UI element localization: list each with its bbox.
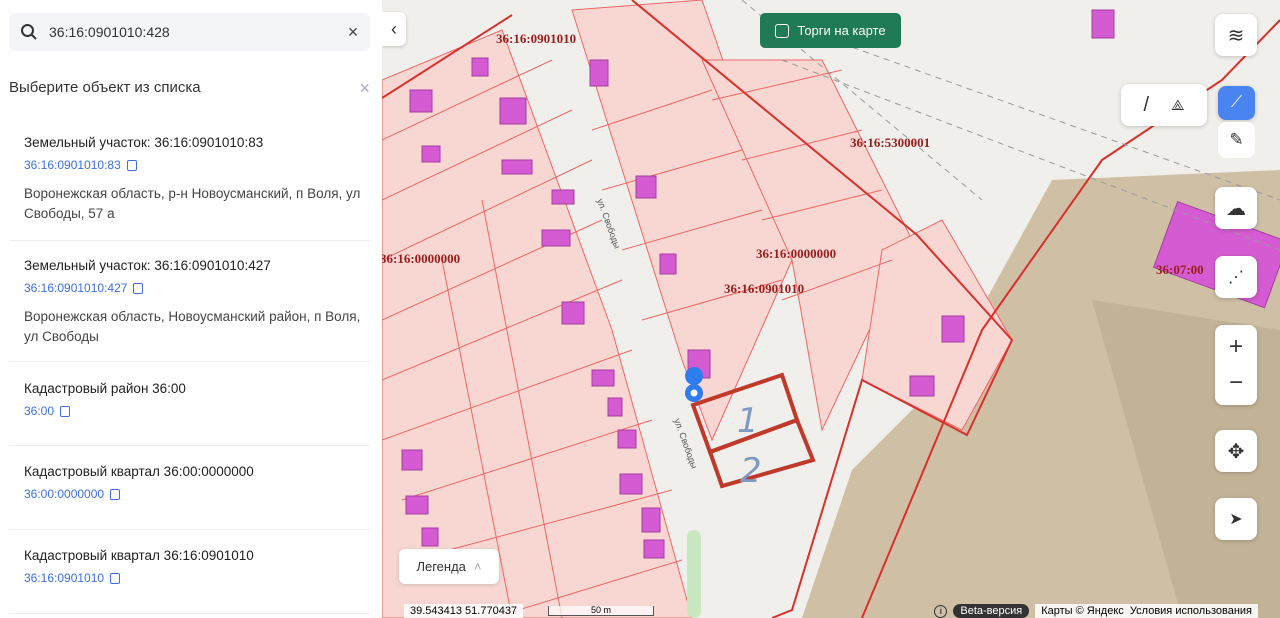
result-title: Земельный участок: 36:16:0901010:83 [24,135,264,150]
result-item[interactable]: Кадастровый квартал 36:16:0901010 36:16:… [9,548,370,614]
street-label: ул. Свободы [672,417,699,470]
copy-icon[interactable] [110,488,121,500]
auctions-toggle-button[interactable]: Торги на карте [760,13,901,48]
result-code-link[interactable]: 36:16:0901010:427 [24,281,127,295]
map-attribution: i Beta-версия Карты © Яндекс Условия исп… [934,604,1258,618]
zoom-controls: + − [1215,325,1257,405]
pan-button[interactable]: ✥ [1215,430,1257,472]
layers-button[interactable]: ≋ [1215,14,1257,56]
zoom-in-button[interactable]: + [1229,329,1243,365]
result-title: Кадастровый квартал 36:00:0000000 [24,464,254,479]
search-icon [9,23,49,41]
edit-button[interactable]: ✎ [1218,122,1255,158]
result-address: Воронежская область, Новоусманский район… [24,309,361,344]
copy-icon[interactable] [110,572,121,584]
close-results-icon[interactable]: × [359,79,370,97]
polygon-tool-icon[interactable]: ⟁ [1171,97,1184,114]
navigation-arrow-icon: ➤ [1229,511,1243,528]
result-item[interactable]: Земельный участок: 36:16:0901010:83 36:1… [9,135,370,241]
collapse-sidebar-button[interactable]: ‹ [382,12,406,46]
cadastral-map[interactable]: 1 2 ул. Свободы ул. Свободы 36:16:090101… [382,0,1280,618]
result-code-link[interactable]: 36:00 [24,404,54,418]
scale-bar: 50 m [548,606,654,616]
result-title: Земельный участок: 36:16:0901010:427 [24,258,271,273]
quarter-label: 36:16:0901010 [496,31,577,46]
move-icon: ✥ [1227,440,1245,463]
result-title: Кадастровый квартал 36:16:0901010 [24,548,254,563]
quarter-label: 36:16:5300001 [850,135,931,150]
layers-icon: ≋ [1227,24,1245,47]
chevron-left-icon: ‹ [391,18,397,39]
copy-icon[interactable] [60,405,71,417]
search-box[interactable]: × [9,13,370,51]
search-input[interactable] [49,24,336,40]
parcel-label-2: 2 [740,451,762,491]
result-code-link[interactable]: 36:00:0000000 [24,487,104,501]
zoom-out-button[interactable]: − [1229,365,1243,401]
ruler-button[interactable]: ⟋ [1218,86,1255,120]
quarter-label: 36:16:0901010 [724,281,805,296]
line-tool-icon[interactable]: / [1144,94,1150,117]
clear-search-icon[interactable]: × [336,22,370,43]
result-item[interactable]: Кадастровый район 36:00 36:00 [9,381,370,446]
legend-button[interactable]: Легенда ˄ [399,549,499,584]
coordinates-readout: 39.543413 51.770437 [404,604,524,618]
quarter-label: 36:16:0000000 [382,251,461,266]
quarter-label: 36:16:0000000 [756,246,837,261]
quarter-label: 36:07:00 [1156,262,1204,277]
result-item[interactable]: Земельный участок: 36:16:0901010:427 36:… [9,258,370,362]
result-address: Воронежская область, р-н Новоусманский, … [24,186,361,221]
results-title: Выберите объект из списка [9,79,201,96]
cloud-upload-icon: ☁ [1226,197,1246,220]
upload-button[interactable]: ☁ [1215,187,1257,229]
result-code-link[interactable]: 36:16:0901010 [24,571,104,585]
beta-badge: Beta-версия [953,604,1030,618]
terms-link[interactable]: Условия использования [1130,605,1252,617]
info-icon[interactable]: i [934,604,948,618]
result-code-link[interactable]: 36:16:0901010:83 [24,158,121,172]
chevron-up-icon: ˄ [473,559,482,574]
locate-button[interactable]: ➤ [1215,498,1257,540]
checkbox-icon [775,23,790,38]
share-button[interactable]: ⋰ [1215,256,1257,298]
result-item[interactable]: Кадастровый квартал 36:00:0000000 36:00:… [9,464,370,530]
search-sidebar: × Выберите объект из списка × Земельный … [0,0,382,618]
street-label: ул. Свободы [595,197,622,250]
yandex-maps-link[interactable]: Карты © Яндекс [1041,605,1124,617]
results-header: Выберите объект из списка × [9,79,370,97]
result-title: Кадастровый район 36:00 [24,381,186,396]
parcel-label-1: 1 [737,401,759,441]
ruler-icon: ⟋ [1230,94,1243,111]
share-icon: ⋰ [1228,269,1244,286]
draw-tools-group[interactable]: / ⟁ [1121,84,1207,126]
edit-icon: ✎ [1229,130,1244,149]
copy-icon[interactable] [133,282,144,294]
copy-icon[interactable] [126,159,137,171]
